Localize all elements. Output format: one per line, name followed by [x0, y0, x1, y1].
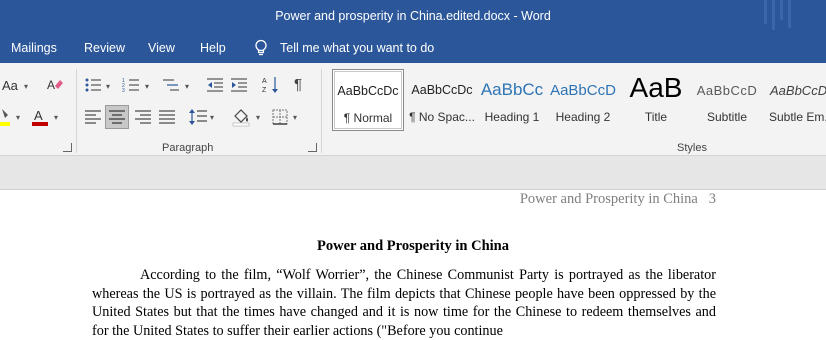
page-header: Power and Prosperity in China 3: [519, 191, 716, 207]
style-label: Heading 1: [484, 110, 540, 124]
paragraph-dialog-launcher-icon[interactable]: [308, 143, 317, 152]
style-no-spacing[interactable]: AaBbCcDc ¶ No Spac...: [406, 69, 478, 131]
tell-me-search[interactable]: Tell me what you want to do: [280, 41, 434, 55]
group-divider: [76, 69, 77, 153]
document-paragraph: According to the film, “Wolf Worrier”, t…: [92, 267, 716, 339]
style-preview: AaBbCcDc: [337, 84, 399, 98]
svg-text:3: 3: [122, 88, 125, 94]
style-heading-1[interactable]: AaBbCc Heading 1: [480, 69, 544, 131]
clear-formatting-icon[interactable]: A: [46, 76, 64, 94]
style-label: ¶ Normal: [343, 111, 393, 125]
title-bar: Power and prosperity in China.edited.doc…: [0, 0, 826, 34]
chevron-down-icon[interactable]: ▾: [256, 113, 260, 122]
borders-icon[interactable]: [272, 109, 288, 125]
ribbon-tabs: Mailings Review View Help Tell me what y…: [0, 34, 826, 63]
font-color-button[interactable]: A: [31, 107, 49, 129]
group-divider: [321, 69, 322, 153]
highlight-color-button[interactable]: [0, 107, 24, 129]
style-preview: AaBbCc: [480, 80, 544, 99]
style-title[interactable]: AaB Title: [622, 69, 690, 131]
change-case-button[interactable]: Aa: [2, 78, 18, 93]
window-title: Power and prosperity in China.edited.doc…: [275, 9, 551, 23]
style-heading-2[interactable]: AaBbCcD Heading 2: [550, 69, 616, 131]
align-center-button[interactable]: [105, 105, 129, 129]
chevron-down-icon[interactable]: ▾: [54, 113, 58, 122]
document-title: Power and Prosperity in China: [316, 238, 509, 254]
svg-text:A: A: [34, 108, 43, 123]
svg-text:A: A: [47, 78, 55, 92]
font-dialog-launcher-icon[interactable]: [63, 143, 72, 152]
tab-review[interactable]: Review: [84, 41, 125, 55]
style-preview: AaBbCcD: [770, 83, 826, 98]
decrease-indent-icon[interactable]: [206, 76, 224, 94]
titlebar-pattern-decoration: [764, 0, 791, 30]
chevron-down-icon[interactable]: ▾: [24, 82, 28, 91]
lightbulb-icon: [255, 39, 267, 56]
style-preview: AaBbCcD: [550, 82, 616, 99]
style-label: Subtle Em...: [769, 110, 826, 124]
style-normal[interactable]: AaBbCcDc ¶ Normal: [332, 69, 404, 131]
ribbon: Aa ▾ A ▾ A ▾ ▾ 1 2 3 ▾ ▾ A Z ¶ ▾ ▾ ▾ Par…: [0, 63, 826, 156]
tab-mailings[interactable]: Mailings: [11, 41, 57, 55]
styles-gallery: AaBbCcDc ¶ Normal AaBbCcDc ¶ No Spac... …: [332, 69, 826, 133]
styles-group-label: Styles: [677, 142, 707, 154]
chevron-down-icon[interactable]: ▾: [293, 113, 297, 122]
tab-view[interactable]: View: [148, 41, 175, 55]
style-label: Subtitle: [706, 110, 748, 124]
document-page[interactable]: Power and Prosperity in China 3 Power an…: [0, 189, 826, 340]
bullets-icon[interactable]: [84, 76, 102, 94]
chevron-down-icon[interactable]: ▾: [106, 82, 110, 91]
style-preview: AaBbCcDc: [411, 83, 473, 97]
style-label: Heading 2: [555, 110, 611, 124]
sort-icon[interactable]: A Z: [262, 75, 280, 95]
align-left-icon[interactable]: [84, 109, 102, 125]
style-preview: AaB: [629, 72, 683, 103]
paragraph-group-label: Paragraph: [162, 142, 214, 154]
numbering-icon[interactable]: 1 2 3: [122, 76, 140, 94]
line-spacing-icon[interactable]: [188, 108, 208, 126]
align-right-icon[interactable]: [134, 109, 152, 125]
multilevel-list-icon[interactable]: [162, 76, 180, 94]
tab-help[interactable]: Help: [200, 41, 226, 55]
chevron-down-icon[interactable]: ▾: [16, 113, 20, 122]
style-subtitle[interactable]: AaBbCcD Subtitle: [694, 69, 760, 131]
chevron-down-icon[interactable]: ▾: [145, 82, 149, 91]
style-label: Title: [644, 110, 668, 124]
svg-text:A: A: [262, 78, 267, 85]
increase-indent-icon[interactable]: [230, 76, 248, 94]
svg-text:Z: Z: [262, 87, 267, 94]
style-label: ¶ No Spac...: [409, 110, 475, 124]
chevron-down-icon[interactable]: ▾: [185, 82, 189, 91]
style-subtle-emphasis[interactable]: AaBbCcD Subtle Em...: [764, 69, 826, 131]
chevron-down-icon[interactable]: ▾: [210, 113, 214, 122]
align-center-icon: [109, 110, 125, 124]
justify-icon[interactable]: [158, 109, 176, 125]
style-preview: AaBbCcD: [696, 83, 758, 98]
show-formatting-marks-icon[interactable]: ¶: [294, 76, 302, 93]
shading-icon[interactable]: [232, 107, 252, 127]
